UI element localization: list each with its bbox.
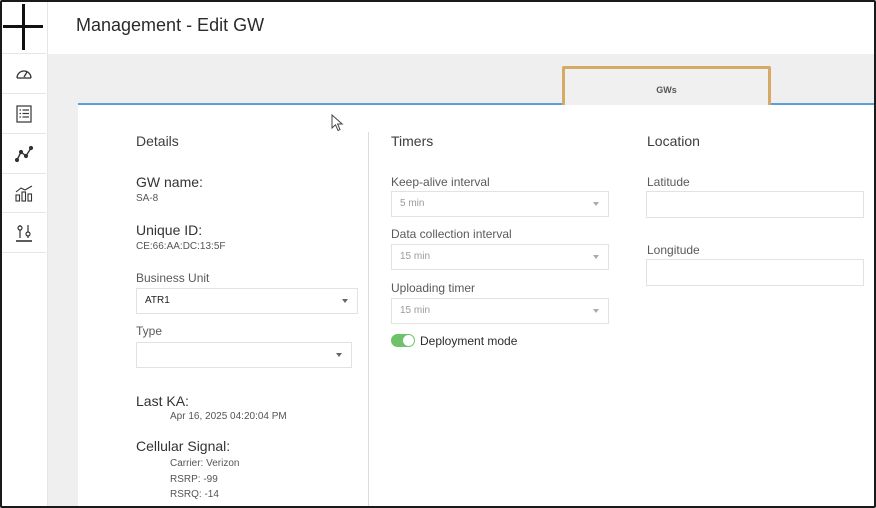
sidebar-item-trend[interactable] bbox=[2, 135, 46, 174]
keepalive-value: 5 min bbox=[400, 198, 425, 209]
list-icon bbox=[16, 105, 32, 123]
page-header: Management - Edit GW bbox=[48, 2, 874, 54]
business-unit-value: ATR1 bbox=[145, 295, 170, 306]
keepalive-select[interactable]: 5 min bbox=[391, 191, 609, 217]
latitude-input[interactable] bbox=[646, 191, 864, 218]
column-divider bbox=[368, 132, 369, 506]
unique-id-label: Unique ID: bbox=[136, 222, 203, 238]
sliders-icon bbox=[16, 225, 32, 242]
business-unit-label: Business Unit bbox=[136, 271, 210, 285]
cellular-signal-label: Cellular Signal: bbox=[136, 438, 231, 454]
bar-chart-icon bbox=[15, 185, 33, 202]
carrier-value: Carrier: Verizon bbox=[170, 458, 240, 469]
business-unit-select[interactable]: ATR1 bbox=[136, 288, 358, 314]
datacollection-value: 15 min bbox=[400, 251, 431, 262]
page-title: Management - Edit GW bbox=[76, 15, 265, 35]
last-ka-value: Apr 16, 2025 04:20:04 PM bbox=[170, 411, 287, 422]
chevron-down-icon bbox=[593, 202, 599, 206]
type-label: Type bbox=[136, 324, 163, 338]
tab-gws[interactable]: GWs bbox=[562, 66, 771, 108]
gw-name-value: SA-8 bbox=[136, 193, 159, 204]
chevron-down-icon bbox=[593, 309, 599, 313]
toggle-knob bbox=[403, 335, 414, 346]
speedometer-icon bbox=[16, 70, 32, 79]
sidebar-item-dashboard[interactable] bbox=[2, 55, 46, 94]
sidebar-item-list[interactable] bbox=[2, 95, 46, 134]
longitude-input[interactable] bbox=[646, 259, 864, 286]
keepalive-label: Keep-alive interval bbox=[391, 175, 490, 189]
tab-gws-label[interactable]: GWs bbox=[656, 85, 677, 95]
sidebar-item-management[interactable] bbox=[2, 214, 46, 253]
last-ka-label: Last KA: bbox=[136, 393, 189, 409]
details-title: Details bbox=[136, 133, 179, 149]
latitude-label: Latitude bbox=[647, 175, 690, 189]
unique-id-value: CE:66:AA:DC:13:5F bbox=[136, 241, 226, 252]
chevron-down-icon bbox=[336, 353, 342, 357]
uploading-label: Uploading timer bbox=[391, 281, 476, 295]
rsrq-value: RSRQ: -14 bbox=[170, 489, 219, 500]
deployment-mode-label: Deployment mode bbox=[420, 334, 518, 348]
rsrp-value: RSRP: -99 bbox=[170, 474, 218, 485]
sidebar-item-analytics[interactable] bbox=[2, 174, 46, 213]
deployment-mode-toggle[interactable] bbox=[391, 334, 415, 347]
chevron-down-icon bbox=[593, 255, 599, 259]
app-window: Management - Edit GW GWs Details GW name… bbox=[0, 0, 876, 508]
timers-title: Timers bbox=[391, 133, 434, 149]
datacollection-label: Data collection interval bbox=[391, 227, 512, 241]
mouse-pointer-icon bbox=[331, 114, 344, 132]
chevron-down-icon bbox=[342, 299, 348, 303]
gw-name-label: GW name: bbox=[136, 174, 203, 190]
type-select[interactable] bbox=[136, 342, 352, 368]
line-graph-icon bbox=[14, 145, 34, 163]
longitude-label: Longitude bbox=[647, 243, 700, 257]
datacollection-select[interactable]: 15 min bbox=[391, 244, 609, 270]
uploading-select[interactable]: 15 min bbox=[391, 298, 609, 324]
location-title: Location bbox=[647, 133, 700, 149]
uploading-value: 15 min bbox=[400, 305, 431, 316]
sidebar bbox=[2, 2, 48, 506]
logo[interactable] bbox=[2, 2, 46, 54]
